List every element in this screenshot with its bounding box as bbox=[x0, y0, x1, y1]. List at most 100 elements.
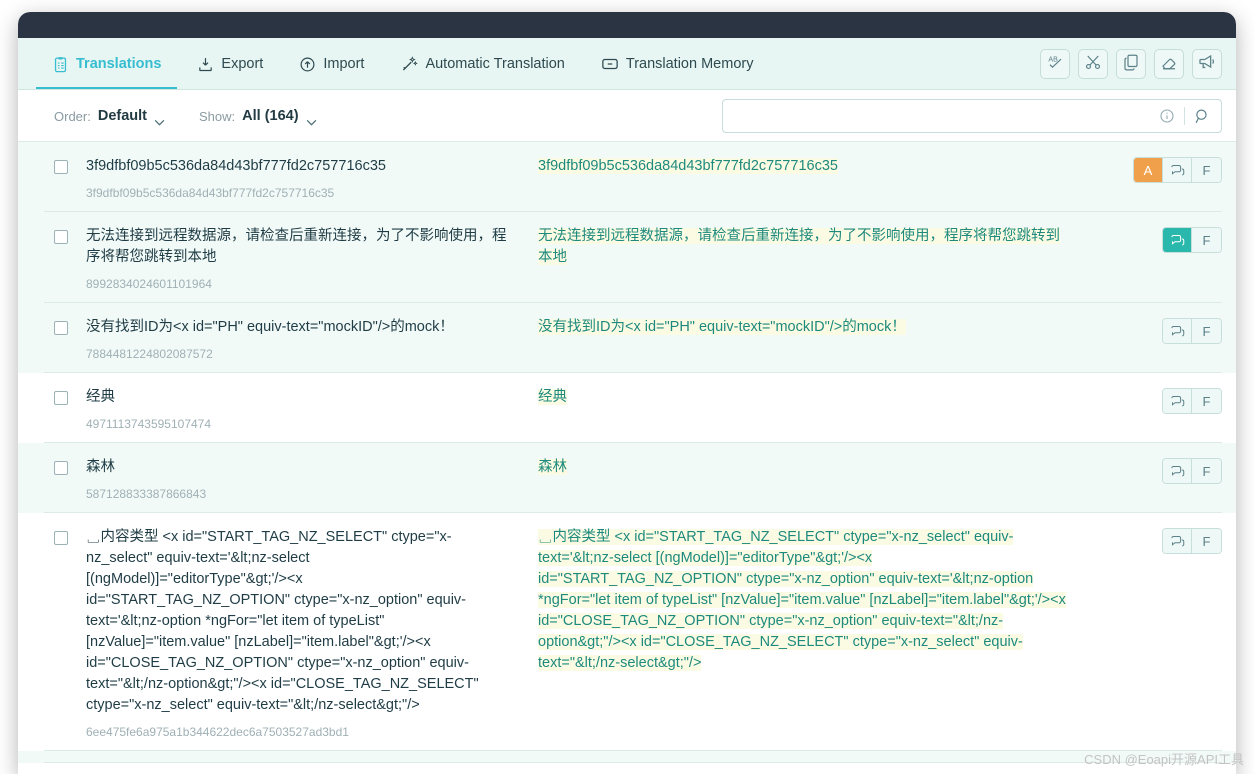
target-text[interactable]: ␣内容类型 <x id="START_TAG_NZ_SELECT" ctype=… bbox=[538, 529, 1066, 671]
target-cell[interactable]: 没有找到ID为<x id="PH" equiv-text="mockID"/>的… bbox=[520, 317, 1080, 338]
source-id: 8992834024601101964 bbox=[86, 277, 212, 291]
row-actions: A F bbox=[1133, 157, 1222, 183]
fuzzy-button[interactable]: F bbox=[1192, 459, 1221, 483]
target-text[interactable]: 无法连接到远程数据源，请检查后重新连接，为了不影响使用，程序将帮您跳转到本地 bbox=[538, 228, 1060, 265]
import-upload-icon bbox=[299, 56, 316, 73]
target-cell[interactable]: ␣内容类型 <x id="START_TAG_NZ_SELECT" ctype=… bbox=[520, 527, 1080, 674]
eraser-icon bbox=[1160, 53, 1178, 76]
source-text: ␣内容类型 <x id="START_TAG_NZ_SELECT" ctype=… bbox=[86, 529, 479, 713]
row-checkbox[interactable] bbox=[54, 391, 68, 405]
eraser-button[interactable] bbox=[1154, 49, 1184, 79]
row-actions: F bbox=[1162, 318, 1222, 344]
clipboard-list-icon bbox=[52, 56, 69, 73]
table-row-partial[interactable] bbox=[18, 751, 1236, 763]
target-cell[interactable]: 森林 bbox=[520, 457, 1080, 478]
source-id: 6ee475fe6a975a1b344622dec6a7503527ad3bd1 bbox=[86, 725, 349, 739]
source-text: 3f9dfbf09b5c536da84d43bf777fd2c757716c35 bbox=[86, 158, 386, 174]
order-value[interactable]: Default bbox=[98, 108, 147, 124]
target-cell[interactable]: 无法连接到远程数据源，请检查后重新连接，为了不影响使用，程序将帮您跳转到本地 bbox=[520, 226, 1080, 268]
target-cell[interactable]: 经典 bbox=[520, 387, 1080, 408]
copy-button[interactable] bbox=[1116, 49, 1146, 79]
show-value[interactable]: All (164) bbox=[242, 108, 298, 124]
tab-import-label: Import bbox=[323, 56, 365, 72]
fuzzy-button[interactable]: F bbox=[1192, 228, 1221, 252]
comment-button[interactable] bbox=[1163, 319, 1192, 343]
source-id: 4971113743595107474 bbox=[86, 417, 212, 431]
megaphone-icon bbox=[1198, 52, 1217, 76]
chevron-down-icon[interactable] bbox=[306, 113, 317, 126]
search-icon[interactable] bbox=[1194, 108, 1211, 125]
source-id: 587128833387866843 bbox=[86, 487, 207, 501]
search-input[interactable] bbox=[735, 108, 1159, 124]
spellcheck-icon: AB bbox=[1046, 52, 1065, 76]
scissors-button[interactable] bbox=[1078, 49, 1108, 79]
svg-text:AB: AB bbox=[1048, 56, 1058, 64]
source-text: 森林 bbox=[86, 459, 115, 475]
copy-icon bbox=[1122, 53, 1140, 76]
table-row[interactable]: ␣内容类型 <x id="START_TAG_NZ_SELECT" ctype=… bbox=[18, 513, 1236, 751]
row-actions: F bbox=[1162, 528, 1222, 554]
screen: Translations Export Import Automatic Tra… bbox=[0, 0, 1254, 774]
comment-button[interactable] bbox=[1163, 389, 1192, 413]
comment-button[interactable] bbox=[1163, 459, 1192, 483]
target-text[interactable]: 没有找到ID为<x id="PH" equiv-text="mockID"/>的… bbox=[538, 319, 906, 335]
row-checkbox[interactable] bbox=[54, 230, 68, 244]
fuzzy-button[interactable]: F bbox=[1192, 158, 1221, 182]
row-checkbox[interactable] bbox=[54, 160, 68, 174]
target-text[interactable]: 经典 bbox=[538, 389, 567, 405]
comment-button[interactable] bbox=[1163, 228, 1192, 252]
chevron-down-icon[interactable] bbox=[154, 113, 165, 126]
tab-export[interactable]: Export bbox=[181, 38, 279, 90]
tab-translations[interactable]: Translations bbox=[36, 38, 178, 90]
tab-automatic-translation-label: Automatic Translation bbox=[425, 56, 565, 72]
tab-translation-memory[interactable]: Translation Memory bbox=[585, 38, 770, 90]
source-cell: 森林 587128833387866843 bbox=[68, 457, 520, 501]
fuzzy-button[interactable]: F bbox=[1192, 529, 1221, 553]
table-row[interactable]: 3f9dfbf09b5c536da84d43bf777fd2c757716c35… bbox=[18, 142, 1236, 212]
source-cell: 没有找到ID为<x id="PH" equiv-text="mockID"/>的… bbox=[68, 317, 520, 361]
row-checkbox[interactable] bbox=[54, 531, 68, 545]
app-body: Translations Export Import Automatic Tra… bbox=[18, 38, 1236, 774]
tab-translation-memory-label: Translation Memory bbox=[625, 56, 754, 72]
comment-button[interactable] bbox=[1163, 158, 1192, 182]
window-titlebar bbox=[18, 12, 1236, 38]
scissors-icon bbox=[1084, 53, 1102, 76]
comment-button[interactable] bbox=[1163, 529, 1192, 553]
tab-automatic-translation[interactable]: Automatic Translation bbox=[384, 38, 580, 90]
fuzzy-button[interactable]: F bbox=[1192, 389, 1221, 413]
tab-translations-label: Translations bbox=[76, 56, 162, 72]
magic-wand-icon bbox=[400, 55, 419, 73]
tab-export-label: Export bbox=[221, 56, 264, 72]
search-box[interactable] bbox=[722, 99, 1222, 133]
show-filter: Show: All (164) bbox=[199, 108, 317, 126]
target-cell[interactable]: 3f9dfbf09b5c536da84d43bf777fd2c757716c35 bbox=[520, 156, 1080, 177]
megaphone-button[interactable] bbox=[1192, 49, 1222, 79]
table-row[interactable]: 经典 4971113743595107474 经典 F bbox=[18, 373, 1236, 443]
fuzzy-button[interactable]: F bbox=[1192, 319, 1221, 343]
table-row[interactable]: 没有找到ID为<x id="PH" equiv-text="mockID"/>的… bbox=[18, 303, 1236, 373]
app-window: Translations Export Import Automatic Tra… bbox=[18, 12, 1236, 774]
source-cell: 无法连接到远程数据源，请检查后重新连接，为了不影响使用，程序将帮您跳转到本地 8… bbox=[68, 226, 520, 291]
source-cell: 3f9dfbf09b5c536da84d43bf777fd2c757716c35… bbox=[68, 156, 520, 200]
order-label: Order: bbox=[54, 108, 91, 124]
divider bbox=[1184, 107, 1185, 125]
auto-translated-badge[interactable]: A bbox=[1134, 158, 1163, 182]
row-checkbox[interactable] bbox=[54, 321, 68, 335]
source-text: 经典 bbox=[86, 389, 115, 405]
row-checkbox[interactable] bbox=[54, 461, 68, 475]
show-label: Show: bbox=[199, 108, 236, 124]
target-text[interactable]: 3f9dfbf09b5c536da84d43bf777fd2c757716c35 bbox=[538, 158, 838, 174]
spellcheck-button[interactable]: AB bbox=[1040, 49, 1070, 79]
table-row[interactable]: 无法连接到远程数据源，请检查后重新连接，为了不影响使用，程序将帮您跳转到本地 8… bbox=[18, 212, 1236, 303]
nav-tabs: Translations Export Import Automatic Tra… bbox=[36, 38, 769, 90]
source-text: 没有找到ID为<x id="PH" equiv-text="mockID"/>的… bbox=[86, 319, 454, 335]
top-navigation-bar: Translations Export Import Automatic Tra… bbox=[18, 38, 1236, 90]
source-id: 7884481224802087572 bbox=[86, 347, 213, 361]
source-cell: 经典 4971113743595107474 bbox=[68, 387, 520, 431]
source-cell: ␣内容类型 <x id="START_TAG_NZ_SELECT" ctype=… bbox=[68, 527, 520, 739]
source-text: 无法连接到远程数据源，请检查后重新连接，为了不影响使用，程序将帮您跳转到本地 bbox=[86, 228, 507, 265]
table-row[interactable]: 森林 587128833387866843 森林 F bbox=[18, 443, 1236, 513]
tab-import[interactable]: Import bbox=[283, 38, 380, 90]
target-text[interactable]: 森林 bbox=[538, 459, 567, 475]
info-icon[interactable] bbox=[1159, 108, 1175, 124]
